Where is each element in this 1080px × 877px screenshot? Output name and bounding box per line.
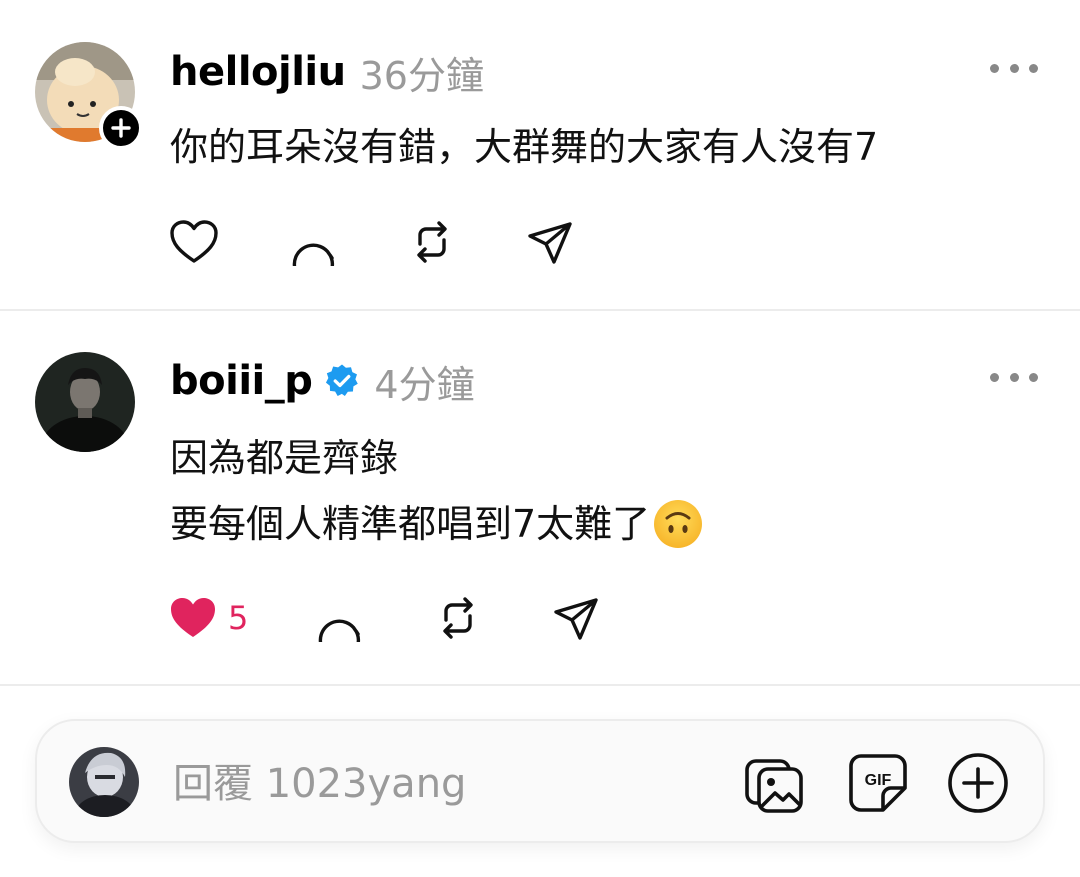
like-button[interactable]: 5 <box>168 595 248 641</box>
add-icon <box>948 753 1008 813</box>
post-text: 因為都是齊錄 要每個人精準都唱到7太難了 <box>170 425 704 557</box>
plus-icon <box>111 118 131 138</box>
share-icon <box>528 222 572 264</box>
repost-button[interactable] <box>432 594 484 642</box>
post-text-line: 要每個人精準都唱到7太難了 <box>170 491 704 557</box>
share-button[interactable] <box>524 218 576 266</box>
person-avatar <box>35 352 135 452</box>
more-options-button[interactable] <box>990 365 1038 389</box>
timestamp: 4分鐘 <box>374 362 475 407</box>
heart-icon <box>170 220 218 263</box>
user-avatar[interactable] <box>69 747 139 817</box>
follow-button[interactable] <box>99 106 143 150</box>
reply-input[interactable] <box>171 751 715 817</box>
username[interactable]: hellojliu <box>170 49 346 95</box>
dot-icon <box>1009 63 1019 73</box>
comment-icon <box>319 619 361 642</box>
avatar-container[interactable] <box>35 42 143 150</box>
timestamp: 36分鐘 <box>359 53 484 98</box>
dot-icon <box>990 372 999 382</box>
action-bar <box>168 216 576 268</box>
more-options-button[interactable] <box>990 56 1038 80</box>
post-item: boiii_p 4分鐘 因為都是齊錄 要每個人精準都唱到7太難了 5 <box>0 311 1080 685</box>
dot-icon <box>1029 63 1038 73</box>
like-count: 5 <box>228 599 249 637</box>
post-header: boiii_p 4分鐘 <box>170 353 475 409</box>
username[interactable]: boiii_p <box>170 358 313 404</box>
post-text-line-content: 要每個人精準都唱到7太難了 <box>170 502 651 546</box>
dot-icon <box>990 63 999 73</box>
divider <box>0 684 1080 686</box>
dot-icon <box>1009 372 1019 382</box>
post-text-line: 你的耳朵沒有錯，大群舞的大家有人沒有7 <box>170 125 879 169</box>
comment-button[interactable] <box>314 594 366 642</box>
like-button[interactable] <box>168 219 220 265</box>
gallery-button[interactable] <box>743 751 807 815</box>
post-text: 你的耳朵沒有錯，大群舞的大家有人沒有7 <box>170 114 878 180</box>
reply-bar: GIF <box>35 719 1045 843</box>
action-bar: 5 <box>168 592 602 644</box>
gallery-icon <box>745 759 803 813</box>
post-text-line: 因為都是齊錄 <box>170 436 399 480</box>
avatar-container[interactable] <box>35 352 135 452</box>
repost-button[interactable] <box>406 218 458 266</box>
post-header: hellojliu 36分鐘 <box>170 44 484 100</box>
comment-button[interactable] <box>288 218 340 266</box>
svg-text:GIF: GIF <box>865 772 892 789</box>
verified-badge-icon <box>326 364 359 396</box>
heart-filled-icon <box>171 598 215 637</box>
share-icon <box>554 598 599 640</box>
dot-icon <box>1029 372 1038 382</box>
gif-icon: GIF <box>849 754 907 812</box>
gif-button[interactable]: GIF <box>846 751 910 815</box>
add-button[interactable] <box>946 751 1010 815</box>
upside-down-face-emoji <box>654 499 703 548</box>
repost-icon <box>443 597 474 639</box>
comment-icon <box>292 243 335 266</box>
repost-icon <box>417 221 447 263</box>
share-button[interactable] <box>550 594 602 642</box>
post-item: hellojliu 36分鐘 你的耳朵沒有錯，大群舞的大家有人沒有7 <box>0 0 1080 310</box>
